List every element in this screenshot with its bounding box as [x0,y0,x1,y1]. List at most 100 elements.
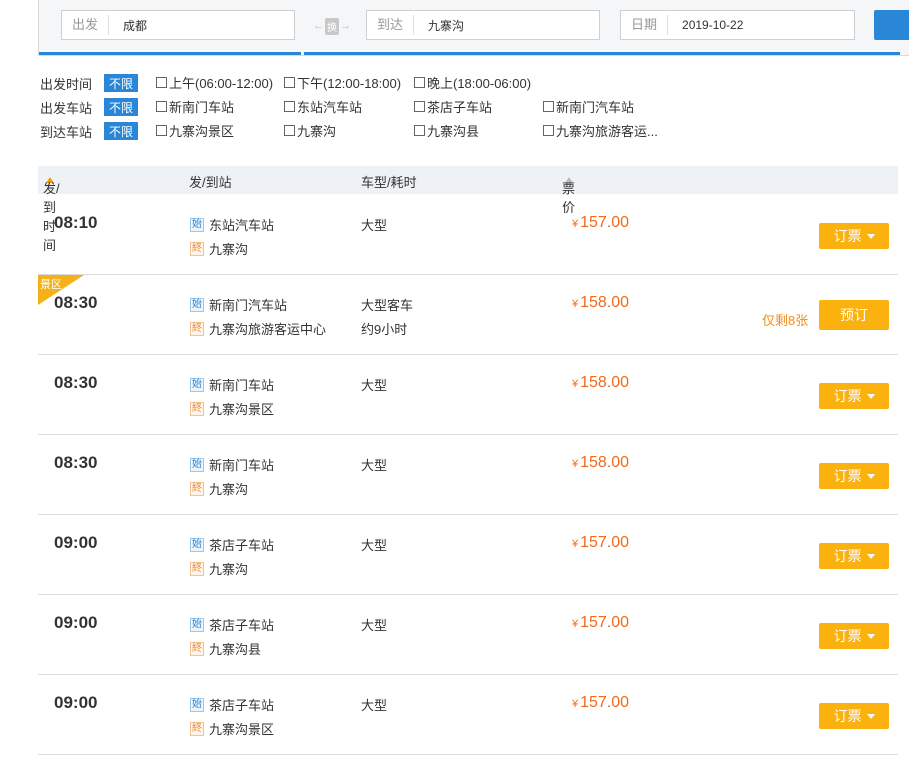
search-button[interactable] [874,10,909,40]
reserve-button[interactable]: 预订 [819,300,889,330]
to-label: 到达 [367,15,415,35]
end-tag-icon: 終 [190,721,204,736]
checkbox-icon[interactable] [543,125,554,136]
scenic-label: 景区 [40,279,62,291]
book-button[interactable]: 订票 [819,543,889,569]
depart-time: 08:10 [54,213,98,232]
filter-option[interactable]: 东站汽车站 [284,97,362,116]
nolimit-button[interactable]: 不限 [104,98,138,116]
filter-title: 出发时间 [40,76,93,92]
bus-type: 大型客车 [361,298,414,313]
depart-time: 09:00 [54,533,98,552]
book-button[interactable]: 订票 [819,383,889,409]
swap-button[interactable]: ← 换 → [313,17,351,35]
duration: 约9小时 [361,322,408,337]
checkbox-icon[interactable] [414,125,425,136]
caret-down-icon [866,393,875,399]
caret-down-icon [866,233,875,239]
filter-option[interactable]: 上午(06:00-12:00) [156,73,273,92]
start-tag-icon: 始 [190,217,204,232]
from-field[interactable]: 出发 成都 [61,10,295,40]
to-field[interactable]: 到达 九寨沟 [366,10,600,40]
checkbox-icon[interactable] [414,101,425,112]
filter-option[interactable]: 九寨沟景区 [156,121,234,140]
start-tag-icon: 始 [190,697,204,712]
from-station: 始新南门车站 [190,377,275,393]
filter-depart-station: 出发车站 不限 新南门车站 东站汽车站 茶店子车站 新南门汽车站 [40,97,856,117]
end-tag-icon: 終 [190,481,204,496]
filter-option[interactable]: 九寨沟县 [414,121,479,140]
checkbox-icon[interactable] [284,101,295,112]
to-station: 終九寨沟景区 [190,401,275,417]
start-tag-icon: 始 [190,617,204,632]
to-station: 終九寨沟县 [190,641,262,657]
table-row: 08:30 始新南门车站 終九寨沟景区 大型 ¥158.00 订票 [38,355,898,435]
from-station: 始新南门汽车站 [190,297,288,313]
from-station: 始茶店子车站 [190,697,275,713]
checkbox-icon[interactable] [284,77,295,88]
date-value[interactable]: 2019-10-22 [668,18,743,32]
checkbox-icon[interactable] [414,77,425,88]
search-tab-underline [39,52,301,55]
checkbox-icon[interactable] [543,101,554,112]
checkbox-icon[interactable] [156,101,167,112]
to-value[interactable]: 九寨沟 [414,17,464,34]
filter-option[interactable]: 新南门车站 [156,97,234,116]
date-field[interactable]: 日期 2019-10-22 [620,10,855,40]
book-button[interactable]: 订票 [819,223,889,249]
to-station: 終九寨沟景区 [190,721,275,737]
date-label: 日期 [621,15,669,35]
filter-option[interactable]: 新南门汽车站 [543,97,634,116]
filter-option[interactable]: 晚上(18:00-06:00) [414,73,531,92]
end-tag-icon: 終 [190,321,204,336]
filter-depart-time: 出发时间 不限 上午(06:00-12:00) 下午(12:00-18:00) … [40,73,856,93]
search-bar: 出发 成都 ← 换 → 到达 九寨沟 日期 2019-10-22 [38,0,909,56]
end-tag-icon: 終 [190,641,204,656]
bus-type: 大型 [361,218,388,233]
table-header: 发/到时间 发/到站 车型/耗时 票价 [38,166,898,253]
checkbox-icon[interactable] [156,77,167,88]
depart-time: 09:00 [54,693,98,712]
table-row: 08:10 始东站汽车站 終九寨沟 大型 ¥157.00 订票 [38,195,898,275]
table-row: 景区 08:30 始新南门汽车站 終九寨沟旅游客运中心 大型客车 约9小时 ¥1… [38,275,898,355]
filter-arrive-station: 到达车站 不限 九寨沟景区 九寨沟 九寨沟县 九寨沟旅游客运... [40,121,856,141]
to-station: 終九寨沟 [190,241,249,257]
table-row: 08:30 始新南门车站 終九寨沟 大型 ¥158.00 订票 [38,435,898,515]
search-tab-underline [304,52,900,55]
checkbox-icon[interactable] [284,125,295,136]
filter-option[interactable]: 九寨沟 [284,121,336,140]
from-label: 出发 [62,15,110,35]
sort-time-header[interactable]: 发/到时间 [43,172,60,253]
book-button[interactable]: 订票 [819,463,889,489]
table-row: 09:00 始茶店子车站 終九寨沟景区 大型 ¥157.00 订票 [38,675,898,755]
nolimit-button[interactable]: 不限 [104,122,138,140]
nolimit-button[interactable]: 不限 [104,74,138,92]
bus-type: 大型 [361,378,388,393]
ticket-price: ¥157.00 [572,214,630,231]
sort-price-header[interactable]: 票价 [562,172,575,215]
caret-down-icon [866,633,875,639]
checkbox-icon[interactable] [156,125,167,136]
from-value[interactable]: 成都 [109,17,147,34]
book-button[interactable]: 订票 [819,703,889,729]
ticket-price: ¥158.00 [572,374,630,391]
remaining-tickets: 仅剩8张 [762,313,809,328]
ticket-price: ¥157.00 [572,534,630,551]
ticket-price: ¥157.00 [572,694,630,711]
filter-option[interactable]: 下午(12:00-18:00) [284,73,401,92]
book-button[interactable]: 订票 [819,623,889,649]
arrow-right-icon: → [340,20,351,32]
from-station: 始东站汽车站 [190,217,275,233]
filter-option[interactable]: 茶店子车站 [414,97,492,116]
bus-type: 大型 [361,618,388,633]
start-tag-icon: 始 [190,457,204,472]
from-station: 始新南门车站 [190,457,275,473]
start-tag-icon: 始 [190,297,204,312]
table-row: 09:00 始茶店子车站 終九寨沟县 大型 ¥157.00 订票 [38,595,898,675]
bus-type: 大型 [361,458,388,473]
start-tag-icon: 始 [190,377,204,392]
filter-title: 到达车站 [40,124,93,140]
station-header: 发/到站 [189,175,232,190]
filter-option[interactable]: 九寨沟旅游客运... [543,121,658,140]
from-station: 始茶店子车站 [190,537,275,553]
